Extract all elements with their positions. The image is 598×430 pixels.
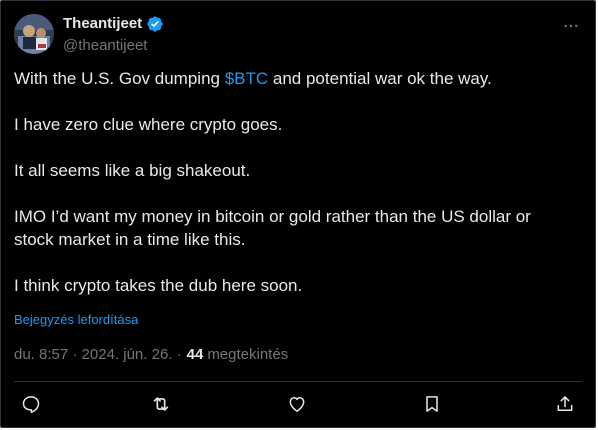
tweet-text-body: I have zero clue where crypto goes. It a… (14, 115, 531, 295)
tweet-text: With the U.S. Gov dumping $BTC and poten… (14, 67, 574, 297)
views-count: 44 (186, 346, 204, 363)
cashtag-link[interactable]: $BTC (225, 69, 268, 88)
tweet-card: Theantijeet @theantijeet With the U.S. G… (0, 0, 596, 428)
timestamp[interactable]: du. 8:57 · 2024. jún. 26. · (14, 345, 182, 365)
divider (14, 381, 582, 382)
reply-icon (22, 396, 40, 414)
like-icon (289, 397, 305, 412)
avatar[interactable] (14, 14, 54, 54)
avatar-image (14, 14, 54, 54)
reply-button[interactable] (20, 393, 42, 415)
more-options-button[interactable] (559, 14, 583, 38)
author-handle[interactable]: @theantijeet (63, 36, 147, 56)
author-name-row: Theantijeet (63, 14, 164, 34)
more-icon (564, 24, 578, 28)
share-button[interactable] (554, 393, 576, 415)
bookmark-button[interactable] (421, 393, 443, 415)
retweet-icon (153, 397, 169, 411)
author-display-name[interactable]: Theantijeet (63, 14, 142, 34)
tweet-meta: du. 8:57 · 2024. jún. 26. · 44 megtekint… (14, 345, 288, 365)
verified-badge-icon[interactable] (146, 15, 164, 33)
bookmark-icon (426, 396, 438, 412)
tweet-text-part: and potential war ok the way. (268, 69, 492, 88)
translate-post-link[interactable]: Bejegyzés lefordítása (14, 312, 138, 328)
retweet-button[interactable] (150, 393, 172, 415)
like-button[interactable] (286, 393, 308, 415)
share-icon (557, 396, 573, 411)
views-label: megtekintés (207, 346, 289, 363)
tweet-text-part: With the U.S. Gov dumping (14, 69, 225, 88)
